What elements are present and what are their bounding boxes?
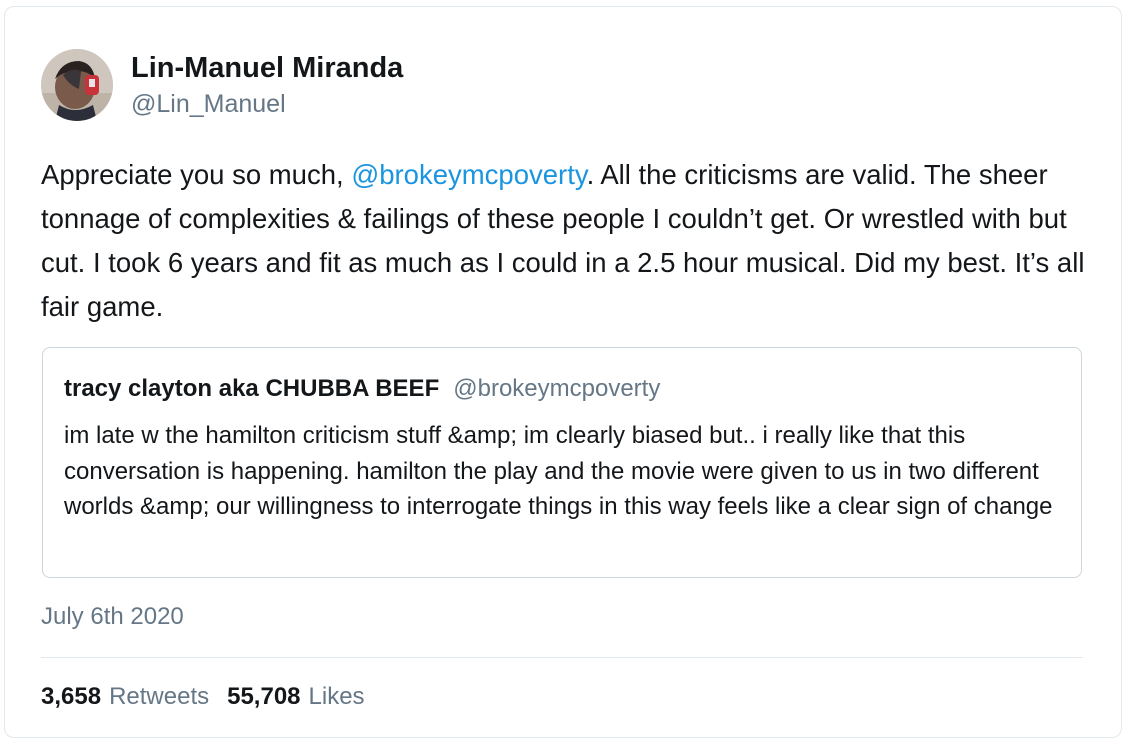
tweet-text: Appreciate you so much, @brokeymcpoverty… xyxy=(41,153,1101,329)
mention-link[interactable]: @brokeymcpoverty xyxy=(351,159,586,190)
retweets-count: 3,658 xyxy=(41,683,102,710)
retweets-label: Retweets xyxy=(109,683,210,710)
tweet-text-before: Appreciate you so much, xyxy=(41,159,352,190)
author-display-name[interactable]: Lin-Manuel Miranda xyxy=(131,49,403,87)
author-names: Lin-Manuel Miranda @Lin_Manuel xyxy=(131,49,403,121)
tweet-author[interactable]: Lin-Manuel Miranda @Lin_Manuel xyxy=(41,47,403,123)
tweet-stats: 3,658 Retweets 55,708 Likes xyxy=(41,681,365,713)
likes-label: Likes xyxy=(308,683,365,710)
quoted-author-handle: @brokeymcpoverty xyxy=(453,375,661,402)
quoted-tweet-text: im late w the hamilton criticism stuff &… xyxy=(64,422,1053,520)
quoted-tweet[interactable]: tracy clayton aka CHUBBA BEEF @brokeymcpo… xyxy=(42,347,1082,578)
retweets-stat[interactable]: 3,658 Retweets xyxy=(41,683,209,710)
divider xyxy=(41,657,1083,658)
tweet-card: Lin-Manuel Miranda @Lin_Manuel Appreciat… xyxy=(4,6,1122,738)
quoted-tweet-header: tracy clayton aka CHUBBA BEEF @brokeymcpo… xyxy=(64,373,660,405)
tweet-date[interactable]: July 6th 2020 xyxy=(41,601,184,633)
likes-stat[interactable]: 55,708 Likes xyxy=(227,683,364,710)
likes-count: 55,708 xyxy=(227,683,301,710)
author-handle[interactable]: @Lin_Manuel xyxy=(131,87,403,121)
quoted-author-name: tracy clayton aka CHUBBA BEEF xyxy=(64,375,440,402)
avatar[interactable] xyxy=(41,49,113,121)
profile-photo-icon xyxy=(41,49,113,121)
